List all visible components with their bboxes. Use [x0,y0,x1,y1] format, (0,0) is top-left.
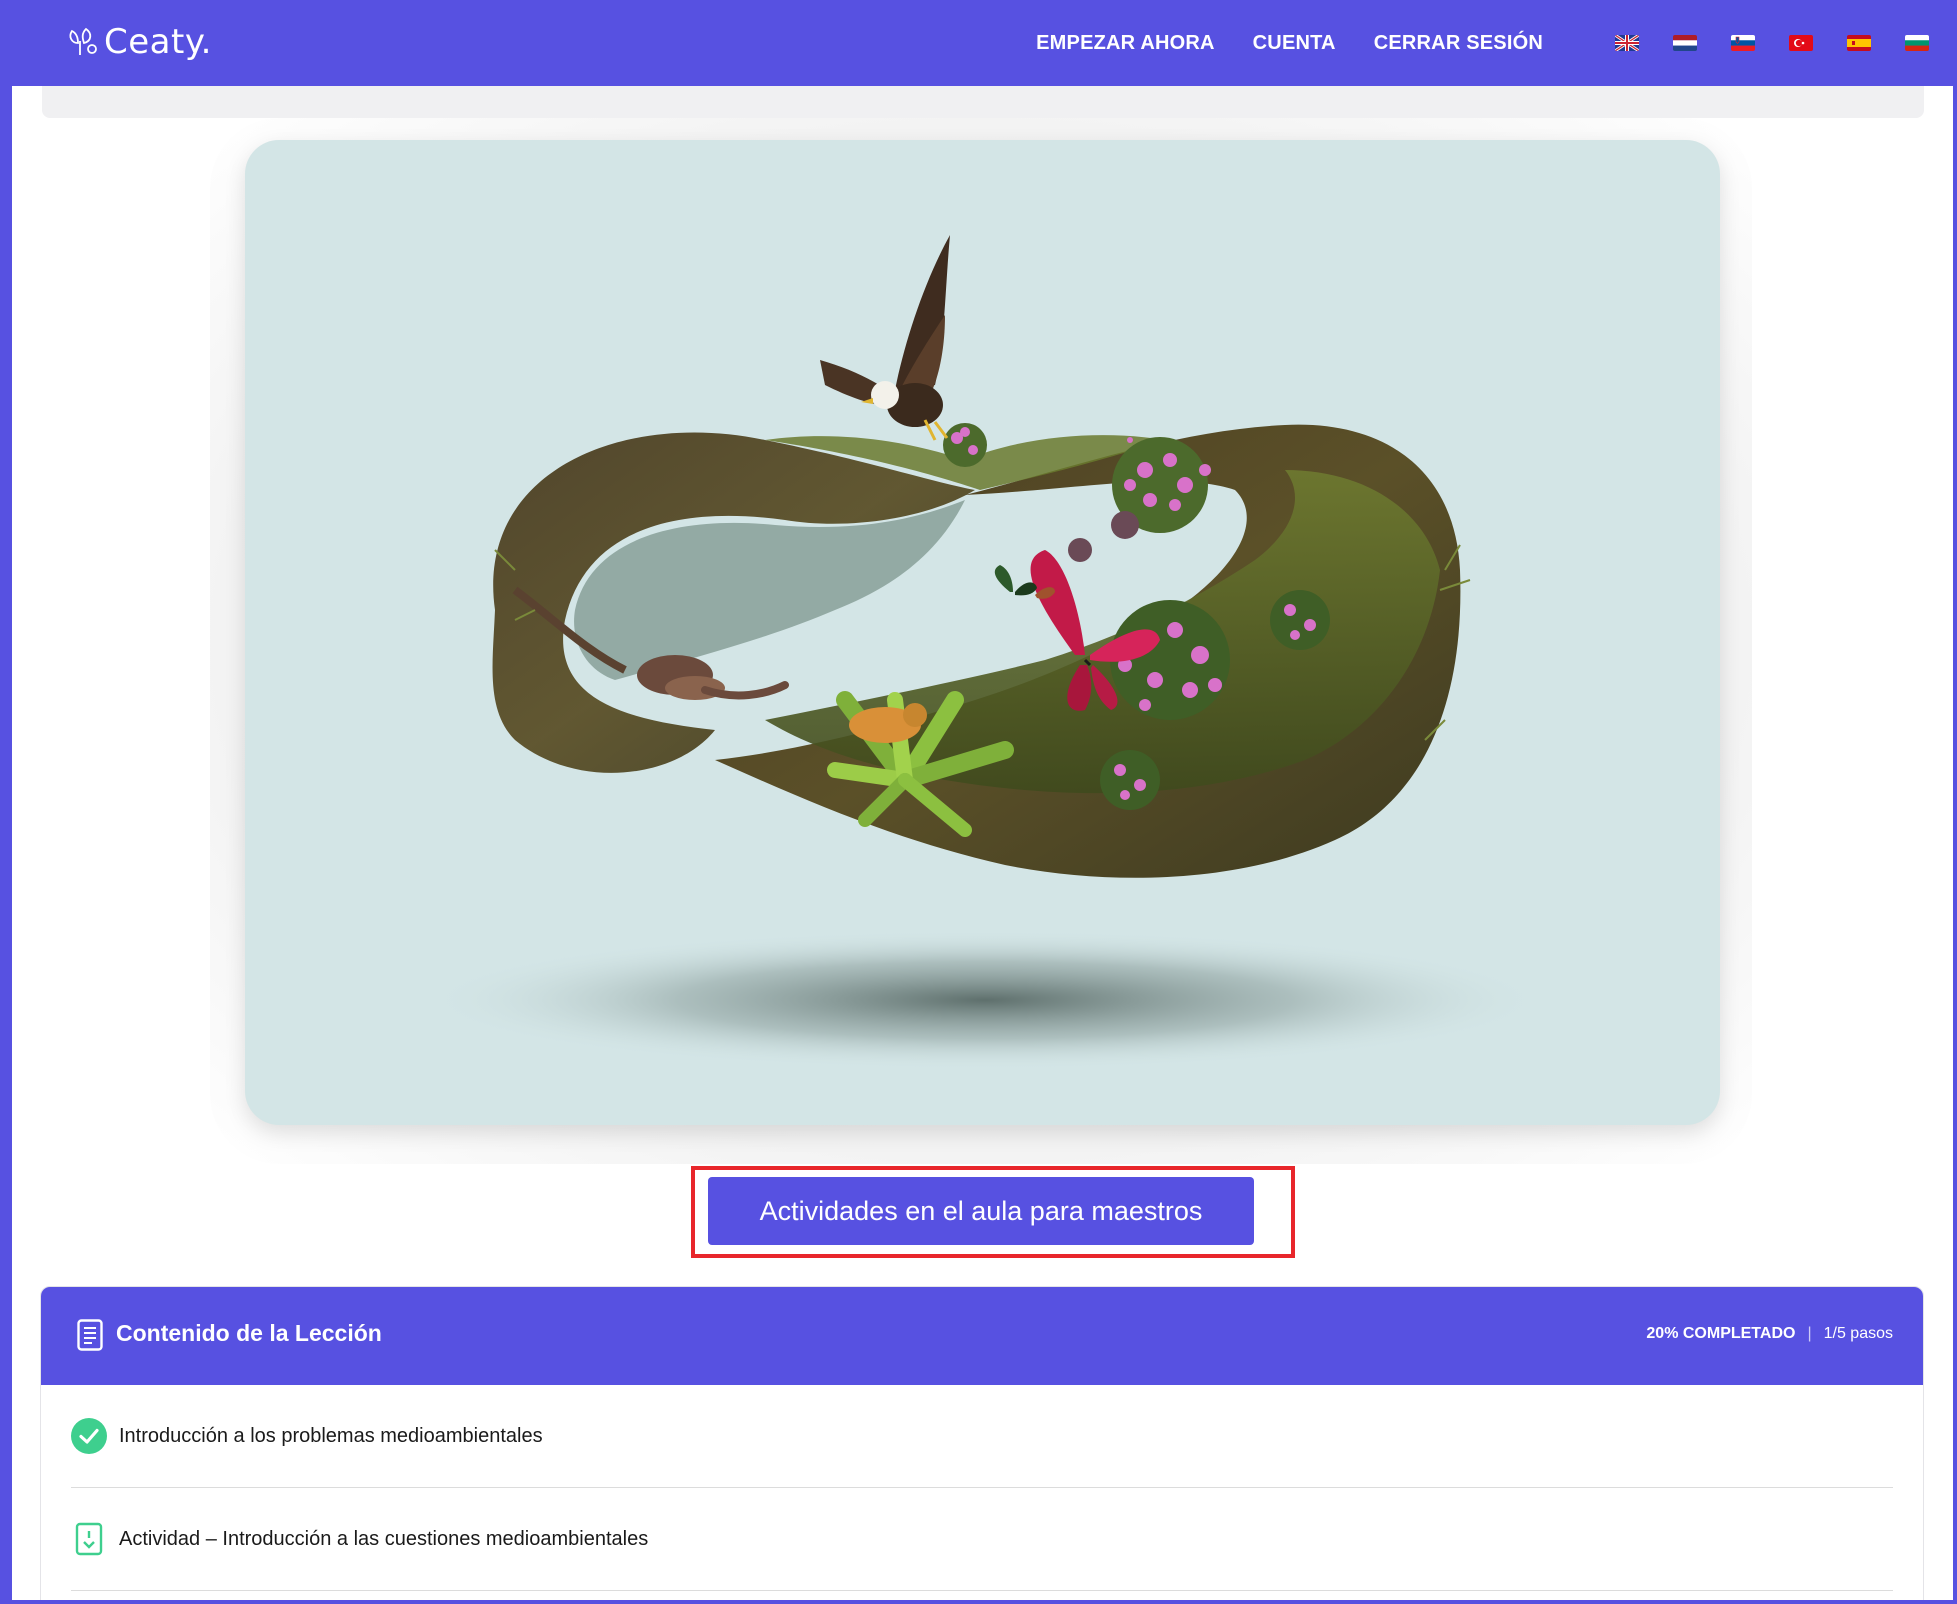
lesson-item-label: Introducción a los problemas medioambien… [119,1424,543,1447]
classroom-activities-button[interactable]: Actividades en el aula para maestros [708,1177,1254,1245]
spain-flag-icon[interactable] [1847,35,1871,51]
lesson-progress: 20% COMPLETADO | 1/5 pasos [1646,1325,1893,1343]
progress-steps: 1/5 pasos [1823,1325,1893,1342]
document-icon [77,1319,103,1351]
progress-separator: | [1807,1325,1812,1342]
progress-percent: 20% COMPLETADO [1646,1325,1796,1342]
uk-flag-icon[interactable] [1615,35,1639,51]
breadcrumb-strip [42,86,1924,118]
logo-text: Ceaty. [104,22,212,62]
lesson-content-header[interactable]: Contenido de la Lección 20% COMPLETADO |… [41,1287,1923,1385]
lesson-content-panel: Contenido de la Lección 20% COMPLETADO |… [40,1286,1924,1604]
hero-image [245,140,1720,1125]
top-navbar: Ceaty. EMPEZAR AHORA CUENTA CERRAR SESIÓ… [0,0,1957,86]
nav-link-cerrar-sesion[interactable]: CERRAR SESIÓN [1374,32,1543,55]
slovenia-flag-icon[interactable] [1731,35,1755,51]
leaf-logo-icon [69,27,97,55]
lesson-item-label: Actividad – Introducción a las cuestione… [119,1527,649,1550]
nav-link-empezar-ahora[interactable]: EMPEZAR AHORA [1036,32,1215,55]
lesson-title: Contenido de la Lección [116,1320,382,1346]
activity-document-icon [75,1522,103,1556]
check-circle-icon [71,1418,107,1454]
logo[interactable]: Ceaty. [64,22,212,62]
lesson-item-introduccion[interactable]: Introducción a los problemas medioambien… [71,1385,1893,1488]
lesson-item-actividad[interactable]: Actividad – Introducción a las cuestione… [71,1488,1893,1591]
turkey-flag-icon[interactable] [1789,35,1813,51]
snake [637,655,789,700]
top-nav: EMPEZAR AHORA CUENTA CERRAR SESIÓN [1036,0,1929,86]
mobius-nature-illustration [425,235,1545,1070]
eagle [820,235,950,441]
nav-link-cuenta[interactable]: CUENTA [1253,32,1336,55]
netherlands-flag-icon[interactable] [1673,35,1697,51]
bulgaria-flag-icon[interactable] [1905,35,1929,51]
